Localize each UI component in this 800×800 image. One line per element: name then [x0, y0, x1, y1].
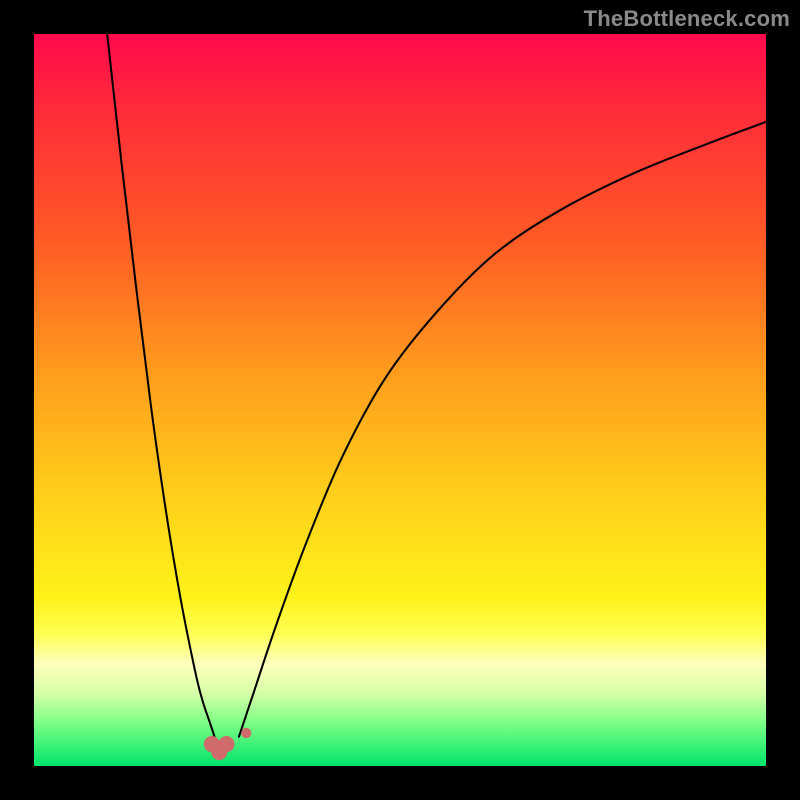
watermark-text: TheBottleneck.com — [584, 6, 790, 32]
curve-left-arc — [107, 34, 217, 744]
dot-right — [241, 728, 251, 738]
markers-layer — [204, 728, 252, 760]
curves-layer — [34, 34, 766, 766]
u-blob-right — [218, 736, 234, 752]
plot-area — [34, 34, 766, 766]
curve-right-arc — [239, 122, 766, 737]
chart-frame: TheBottleneck.com — [0, 0, 800, 800]
